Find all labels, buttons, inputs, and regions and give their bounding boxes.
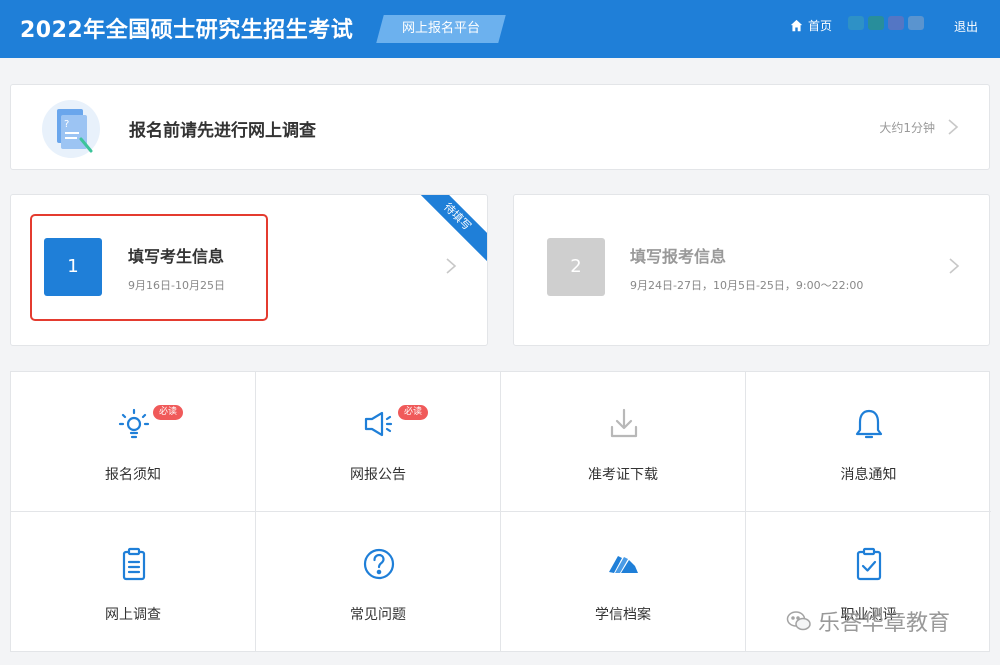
chevron-right-icon: [948, 119, 959, 135]
tile-online-survey[interactable]: 网上调查: [11, 512, 256, 652]
step-title: 填写考生信息: [128, 247, 225, 266]
platform-tag: 网上报名平台: [376, 15, 506, 43]
step-number: 2: [547, 238, 605, 296]
watermark: 乐答华章教育: [786, 605, 950, 637]
home-label: 首页: [808, 19, 833, 33]
tile-label: 常见问题: [350, 607, 406, 623]
blurred-block: [868, 16, 884, 30]
blurred-block: [888, 16, 904, 30]
tile-label: 网上调查: [105, 607, 161, 623]
step-number: 1: [44, 238, 102, 296]
tile-label: 消息通知: [840, 467, 897, 483]
home-icon: [790, 19, 803, 32]
step-fill-candidate-info[interactable]: 1 填写考生信息 9月16日-10月25日 待填写: [10, 194, 488, 346]
lightbulb-icon: [118, 408, 150, 439]
blurred-block: [908, 16, 924, 30]
tile-announcement[interactable]: 必读 网报公告: [256, 372, 501, 512]
tile-label: 网报公告: [350, 467, 406, 483]
step-date: 9月16日-10月25日: [128, 279, 225, 292]
top-bar: 2022年全国硕士研究生招生考试 网上报名平台 首页 退出: [0, 0, 1000, 58]
survey-card[interactable]: ? 报名前请先进行网上调查 大约1分钟: [10, 84, 990, 170]
blurred-block: [848, 16, 864, 30]
must-read-badge: 必读: [398, 405, 429, 420]
tile-notifications[interactable]: 消息通知: [746, 372, 991, 512]
chevron-right-icon: [949, 258, 960, 274]
tile-admission-ticket[interactable]: 准考证下载: [501, 372, 746, 512]
survey-document-icon: ?: [42, 100, 100, 158]
tile-academic-archive[interactable]: 学信档案: [501, 512, 746, 652]
blurred-user-info: [848, 16, 924, 30]
tile-label: 准考证下载: [588, 467, 658, 483]
watermark-text: 乐答华章教育: [818, 611, 951, 636]
tile-label: 报名须知: [105, 467, 161, 483]
wechat-icon: [786, 611, 811, 631]
status-ribbon: 待填写: [407, 195, 487, 267]
app-title: 2022年全国硕士研究生招生考试: [20, 18, 354, 43]
svg-text:?: ?: [64, 119, 69, 130]
home-link[interactable]: 首页: [790, 17, 832, 34]
megaphone-icon: [364, 411, 393, 437]
step-date: 9月24日-27日，10月5日-25日，9:00～22:00: [630, 279, 864, 292]
platform-tag-label: 网上报名平台: [401, 21, 480, 36]
survey-title: 报名前请先进行网上调查: [129, 121, 316, 141]
logout-link[interactable]: 退出: [954, 18, 978, 35]
must-read-badge: 必读: [153, 405, 184, 420]
tile-label: 学信档案: [595, 607, 651, 623]
assessment-icon: [856, 547, 882, 581]
step-title: 填写报考信息: [630, 247, 727, 266]
tile-registration-notice[interactable]: 必读 报名须知: [11, 372, 256, 512]
step-fill-application-info[interactable]: 2 填写报考信息 9月24日-27日，10月5日-25日，9:00～22:00: [513, 194, 990, 346]
clipboard-icon: [122, 547, 146, 581]
archive-icon: [609, 556, 638, 573]
tile-faq[interactable]: 常见问题: [256, 512, 501, 652]
bell-icon: [855, 409, 883, 439]
question-icon: [363, 548, 395, 580]
survey-duration: 大约1分钟: [879, 121, 935, 135]
download-icon: [610, 408, 638, 438]
chevron-right-icon: [446, 258, 457, 274]
